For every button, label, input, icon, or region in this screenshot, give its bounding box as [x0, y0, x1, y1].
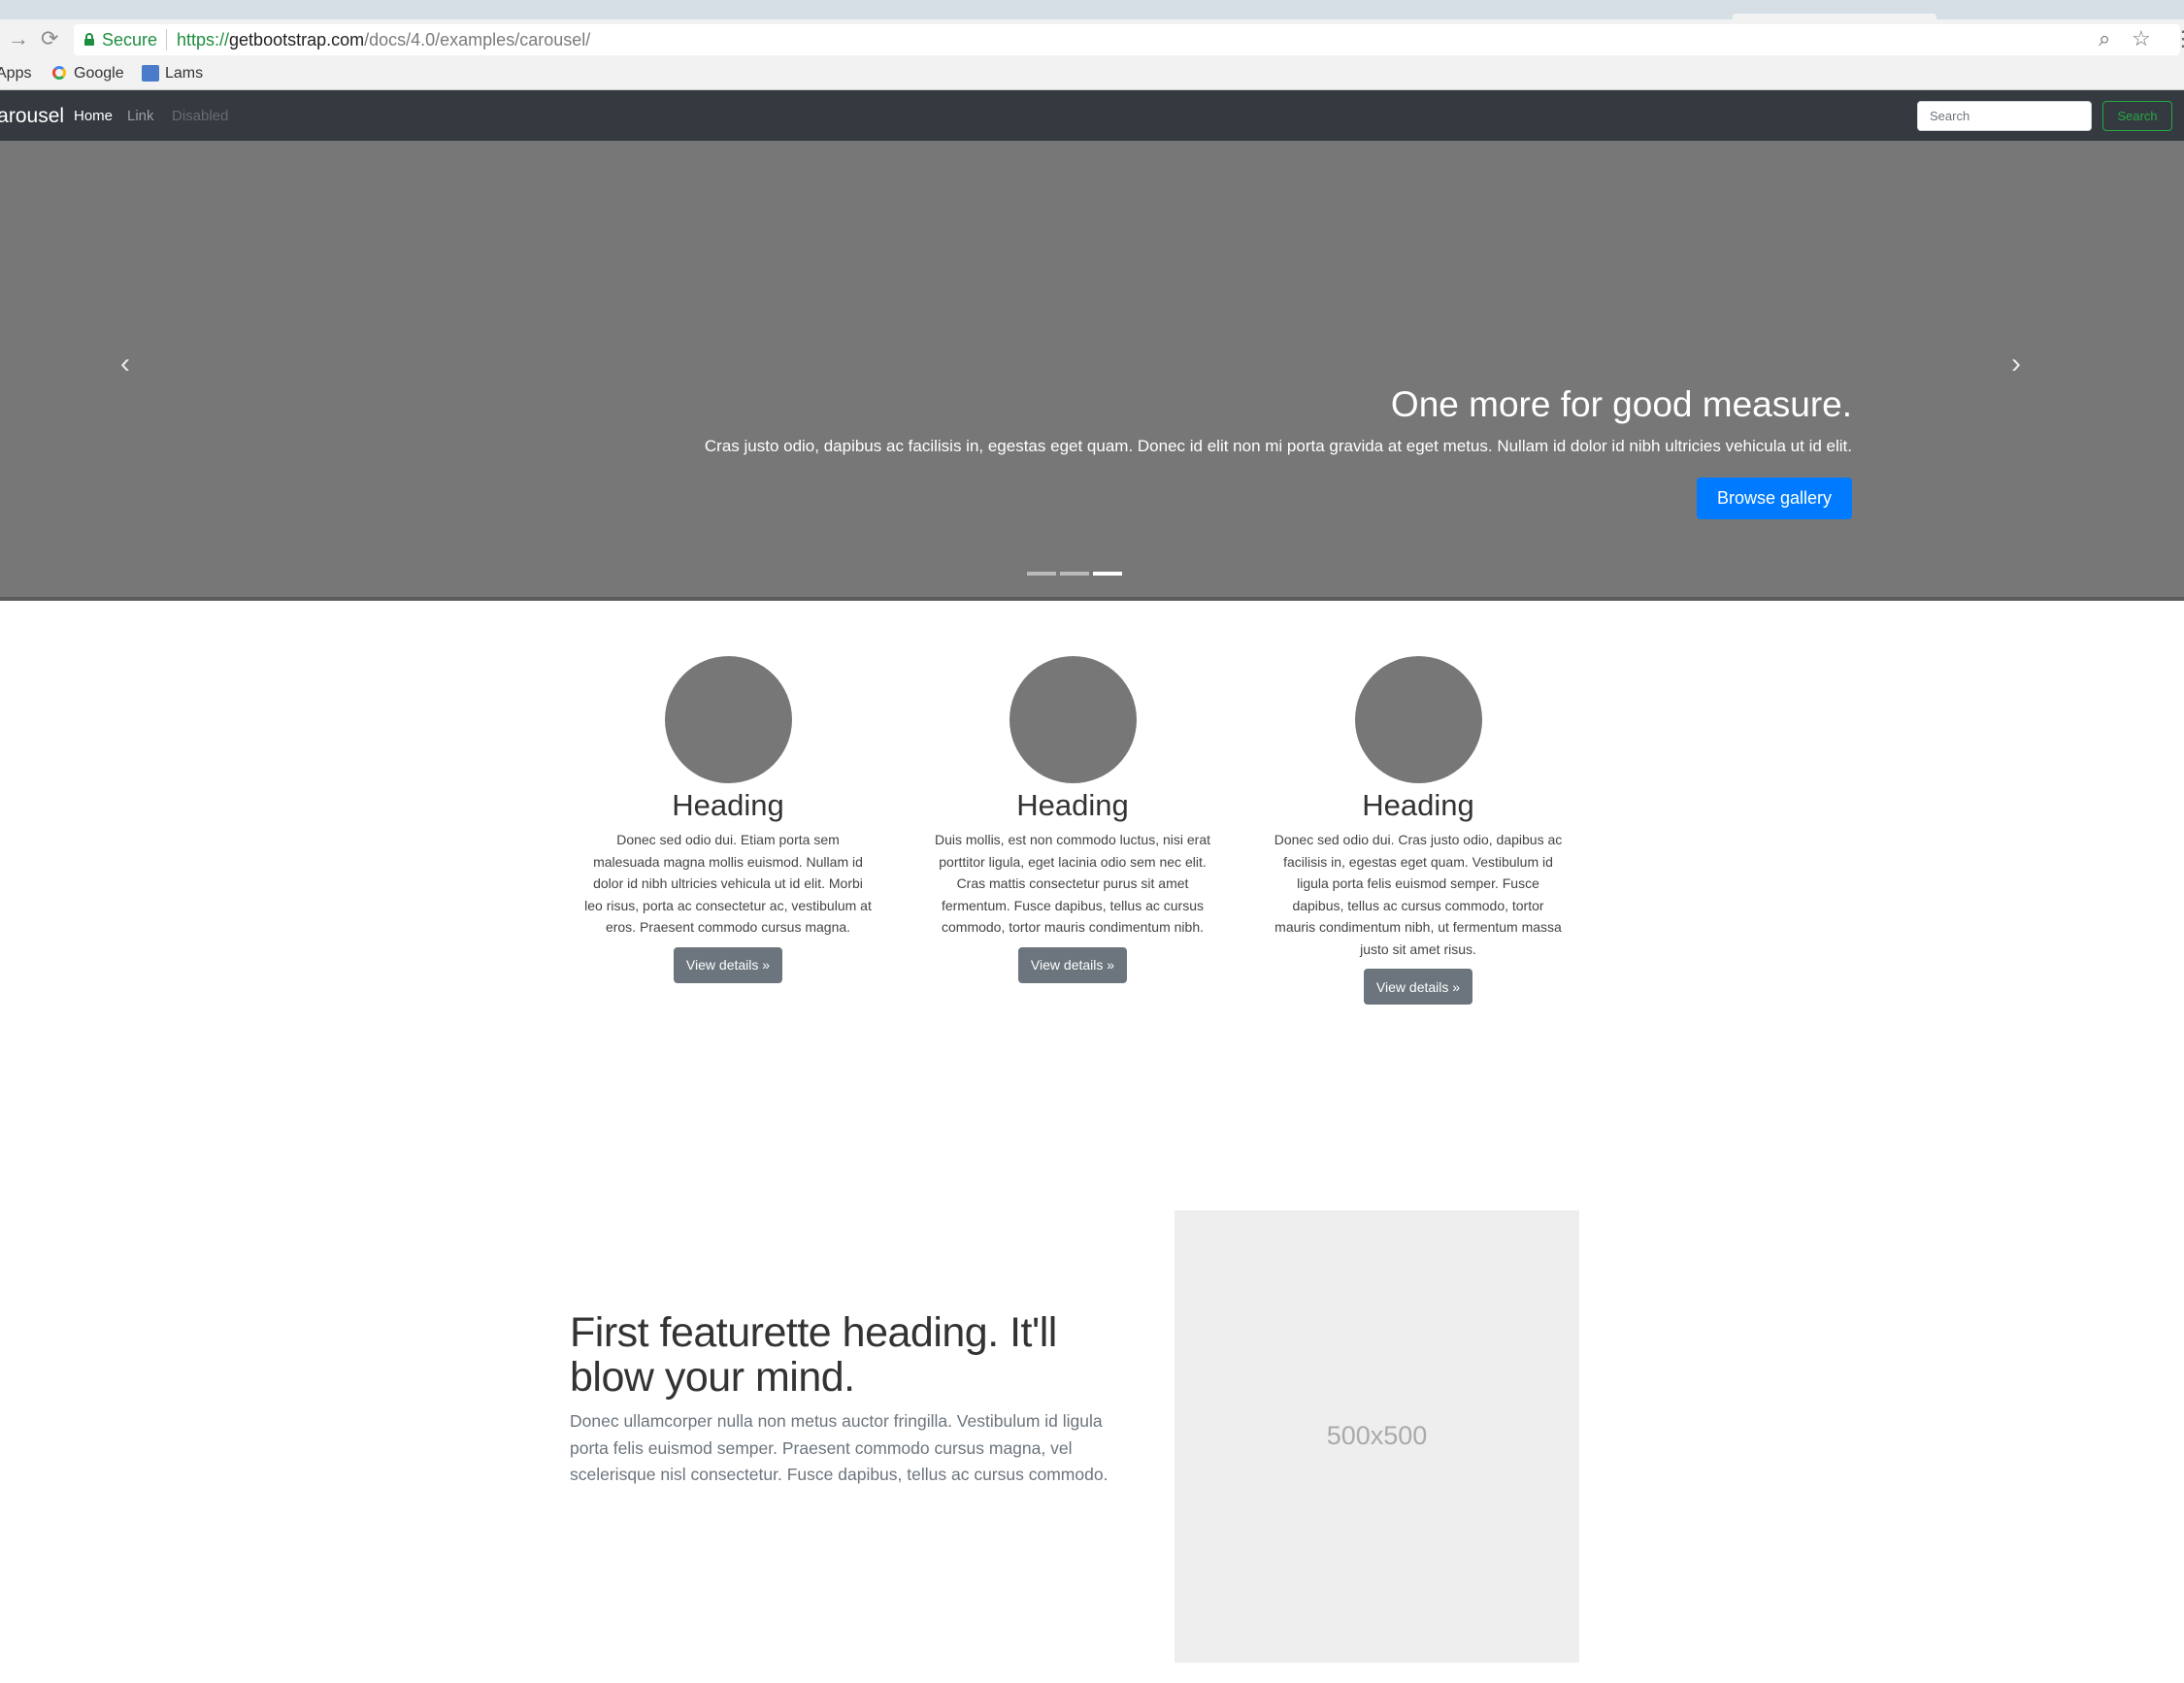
- bookmark-apps[interactable]: Apps: [0, 62, 31, 85]
- url-path: /docs/4.0/examples/carousel/: [364, 30, 591, 50]
- browse-gallery-button[interactable]: Browse gallery: [1697, 478, 1852, 519]
- bookmark-folder-icon: [142, 65, 159, 82]
- bookmark-google[interactable]: Google: [74, 62, 124, 85]
- forward-icon[interactable]: →: [8, 26, 29, 51]
- view-details-button[interactable]: View details »: [1363, 969, 1473, 1005]
- nav-link-home[interactable]: Home: [74, 106, 113, 127]
- featurette-heading: First featurette heading. It'll blow you…: [570, 1309, 1057, 1401]
- address-separator: [166, 29, 167, 50]
- marketing-column: Heading Donec sed odio dui. Etiam porta …: [582, 656, 874, 983]
- carousel-indicator[interactable]: [1027, 572, 1056, 576]
- bookmarks-bar: [0, 60, 2184, 90]
- featurette-placeholder-image: 500x500: [1175, 1210, 1579, 1663]
- google-icon: [52, 66, 66, 80]
- zoom-icon[interactable]: ⌕: [2099, 25, 2110, 52]
- search-button[interactable]: Search: [2102, 101, 2172, 131]
- carousel-caption-title: One more for good measure.: [1390, 384, 1852, 424]
- placeholder-circle-image: [664, 656, 792, 783]
- url-protocol: https://: [177, 30, 230, 50]
- reload-icon[interactable]: ⟳: [41, 26, 58, 51]
- carousel-indicator[interactable]: [1060, 572, 1089, 576]
- placeholder-circle-image: [1354, 656, 1482, 783]
- secure-label: Secure: [102, 30, 158, 50]
- address-url[interactable]: https://getbootstrap.com/docs/4.0/exampl…: [177, 28, 590, 51]
- column-heading: Heading: [1362, 788, 1474, 822]
- site-navbar: [0, 90, 2184, 141]
- search-input[interactable]: [1917, 101, 2092, 131]
- placeholder-image-label: 500x500: [1326, 1421, 1428, 1450]
- column-text: Donec sed odio dui. Cras justo odio, dap…: [1274, 832, 1563, 957]
- chevron-right-icon[interactable]: ›: [2011, 345, 2021, 383]
- view-details-button[interactable]: View details »: [1017, 946, 1128, 983]
- url-host: getbootstrap.com: [229, 30, 365, 50]
- column-heading: Heading: [1016, 788, 1129, 822]
- marketing-column: Heading Donec sed odio dui. Cras justo o…: [1273, 656, 1564, 1005]
- column-text: Donec sed odio dui. Etiam porta sem male…: [584, 832, 872, 935]
- marketing-column: Heading Duis mollis, est non commodo luc…: [927, 656, 1218, 983]
- bookmark-third[interactable]: Lams: [165, 62, 203, 85]
- navbar-brand[interactable]: Carousel: [0, 103, 64, 130]
- carousel-indicator-active[interactable]: [1093, 572, 1122, 576]
- chevron-left-icon[interactable]: ‹: [120, 345, 130, 383]
- carousel-slide: [0, 141, 2184, 600]
- column-text: Duis mollis, est non commodo luctus, nis…: [935, 832, 1210, 935]
- nav-link-link[interactable]: Link: [127, 106, 154, 127]
- carousel-caption-text: Cras justo odio, dapibus ac facilisis in…: [704, 437, 1852, 455]
- view-details-button[interactable]: View details »: [673, 946, 783, 983]
- lock-icon: [84, 33, 94, 46]
- browser-tab-strip: [0, 0, 2184, 19]
- carousel-indicators: [1027, 572, 1124, 576]
- nav-link-disabled: Disabled: [172, 108, 229, 124]
- bookmark-star-icon[interactable]: ☆: [2132, 25, 2151, 52]
- featurette-text: Donec ullamcorper nulla non metus auctor…: [570, 1411, 1109, 1484]
- browser-menu-icon[interactable]: ⋮: [2172, 25, 2184, 52]
- column-heading: Heading: [672, 788, 784, 822]
- placeholder-circle-image: [1009, 656, 1137, 783]
- carousel-bottom-edge: [0, 597, 2184, 601]
